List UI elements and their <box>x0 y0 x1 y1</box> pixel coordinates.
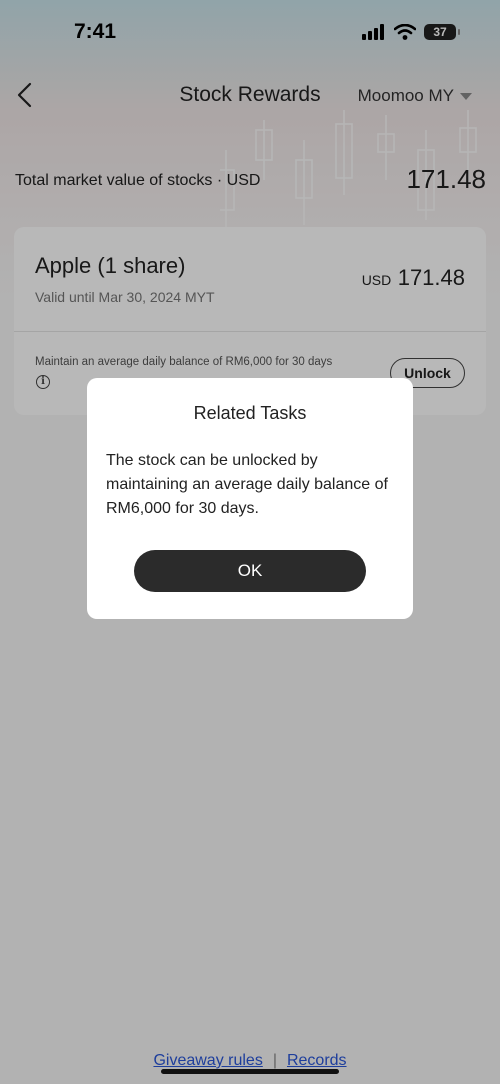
related-tasks-dialog: Related Tasks The stock can be unlocked … <box>87 378 413 619</box>
ok-button[interactable]: OK <box>134 550 366 592</box>
dialog-title: Related Tasks <box>193 403 307 423</box>
dialog-body: The stock can be unlocked by maintaining… <box>106 452 388 517</box>
app-screen: 7:41 37 Stock Rewards Moomoo MY Total ma… <box>0 0 500 1084</box>
home-indicator[interactable] <box>161 1069 339 1074</box>
